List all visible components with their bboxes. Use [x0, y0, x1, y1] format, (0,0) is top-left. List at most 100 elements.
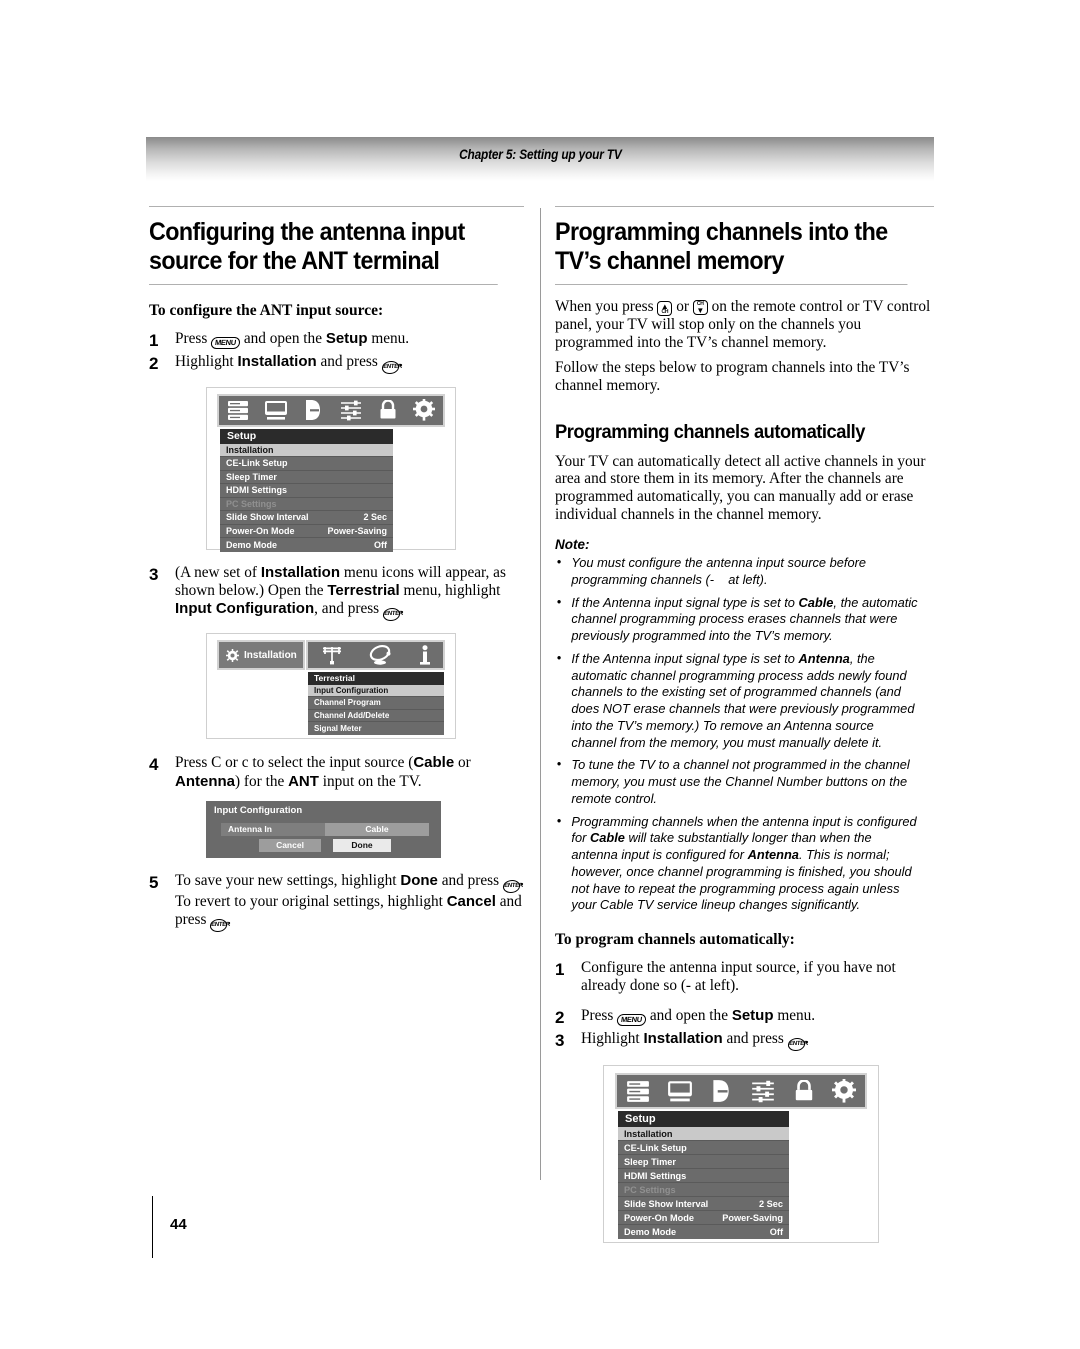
row-label: Input Configuration	[314, 685, 389, 695]
terrestrial-row-signal-meter[interactable]: Signal Meter	[308, 722, 444, 735]
lock-icon[interactable]	[793, 1079, 815, 1103]
step-number: 2	[149, 354, 159, 374]
figure-setup-menu: Setup Installation CE-Link Setup Sleep T…	[206, 386, 456, 552]
installation-tab-label: Installation	[244, 649, 297, 661]
setup-row-ce-link-setup[interactable]: CE-Link Setup	[220, 457, 393, 471]
terrestrial-menu-title: Terrestrial	[308, 672, 444, 685]
audio-icon[interactable]	[303, 399, 323, 421]
setup-row-sleep-timer[interactable]: Sleep Timer	[618, 1155, 789, 1170]
dialog-buttons: Cancel Done	[221, 838, 429, 852]
setup-row-sleep-timer[interactable]: Sleep Timer	[220, 470, 393, 484]
display-icon[interactable]	[264, 400, 288, 421]
installation-tab[interactable]: Installation	[217, 640, 305, 671]
setup-menu-title: Setup	[220, 428, 393, 444]
setup-row-demo-mode[interactable]: Demo Mode Off	[220, 538, 393, 552]
row-label: Slide Show Interval	[624, 1198, 709, 1209]
terrestrial-row-channel-add-delete[interactable]: Channel Add/Delete	[308, 709, 444, 723]
column-divider	[540, 208, 541, 1180]
row-label: Installation	[624, 1128, 673, 1139]
cancel-button[interactable]: Cancel	[259, 838, 321, 852]
row-label: Power-On Mode	[226, 525, 295, 536]
setup-menu-title: Setup	[618, 1111, 789, 1128]
setup-menu-panel-2: Setup Installation CE-Link Setup Sleep T…	[618, 1111, 789, 1240]
step-text: Press C or c to select the input source …	[175, 754, 471, 790]
setup-row-slide-show-interval[interactable]: Slide Show Interval 2 Sec	[618, 1197, 789, 1212]
antenna-in-field[interactable]: Antenna In Cable	[221, 822, 429, 836]
terrestrial-row-input-configuration[interactable]: Input Configuration	[308, 684, 444, 698]
list-icon[interactable]	[227, 400, 249, 421]
row-label: HDMI Settings	[624, 1170, 687, 1181]
step-5: 5 To save your new settings, highlight D…	[149, 872, 524, 933]
input-config-dialog: Input Configuration Antenna In Cable Can…	[206, 800, 441, 858]
row-label: Power-On Mode	[624, 1212, 694, 1223]
antenna-in-value: Cable	[325, 822, 429, 836]
row-label: PC Settings	[624, 1184, 676, 1195]
page-title-left: Configuring the antenna input source for…	[149, 207, 498, 285]
sliders-icon[interactable]	[339, 400, 363, 421]
row-label: Slide Show Interval	[226, 512, 309, 523]
antenna-icon[interactable]	[321, 645, 343, 665]
row-value: Off	[769, 1227, 783, 1238]
step-text: Configure the antenna input source, if y…	[581, 959, 896, 995]
step-1: 1 Press MENU and open the Setup menu.	[149, 330, 524, 351]
row-label: Installation	[226, 444, 274, 455]
enter-key-icon: ENTER	[382, 608, 403, 622]
right-procedure-title: To program channels automatically:	[555, 931, 795, 949]
setup-row-pc-settings: PC Settings	[618, 1183, 789, 1198]
setup-row-installation[interactable]: Installation	[618, 1127, 789, 1142]
setup-row-demo-mode[interactable]: Demo Mode Off	[618, 1225, 789, 1240]
figure-setup-menu-2: Setup Installation CE-Link Setup Sleep T…	[603, 1065, 879, 1244]
lock-icon[interactable]	[378, 399, 398, 421]
row-value: Power-Saving	[327, 525, 387, 536]
channel-up-key-icon: ▲ CH	[657, 301, 673, 316]
step-text: Highlight Installation and press ENTER.	[581, 1030, 934, 1052]
terrestrial-menu-panel: Terrestrial Input Configuration Channel …	[308, 672, 444, 735]
running-head-banner: Chapter 5: Setting up your TV	[146, 137, 934, 181]
row-label: Channel Program	[314, 698, 381, 708]
left-steps-list-3: 4 Press C or c to select the input sourc…	[149, 754, 524, 791]
channel-down-key-icon: CH ▼	[692, 300, 708, 315]
left-column: Configuring the antenna input source for…	[149, 206, 524, 934]
terrestrial-row-channel-program[interactable]: Channel Program	[308, 697, 444, 710]
setup-row-power-on-mode[interactable]: Power-On Mode Power-Saving	[220, 524, 393, 538]
setup-row-hdmi-settings[interactable]: HDMI Settings	[618, 1169, 789, 1184]
figure-input-configuration: Input Configuration Antenna In Cable Can…	[206, 800, 441, 858]
dialog-title: Input Configuration	[214, 804, 303, 816]
display-icon[interactable]	[667, 1080, 693, 1103]
done-button[interactable]: Done	[333, 838, 391, 852]
setup-row-hdmi-settings[interactable]: HDMI Settings	[220, 484, 393, 498]
gear-icon[interactable]	[413, 399, 436, 421]
setup-row-ce-link-setup[interactable]: CE-Link Setup	[618, 1141, 789, 1156]
audio-icon[interactable]	[710, 1079, 732, 1103]
gear-icon[interactable]	[832, 1079, 857, 1103]
setup-row-slide-show-interval[interactable]: Slide Show Interval 2 Sec	[220, 511, 393, 525]
note-label: Note:	[555, 537, 590, 553]
row-value: 2 Sec	[758, 1198, 783, 1209]
step-text: To save your new settings, highlight Don…	[175, 872, 524, 933]
step-r1: 1 Configure the antenna input source, if…	[555, 959, 934, 996]
row-label: CE-Link Setup	[226, 458, 288, 469]
row-value: Off	[374, 539, 387, 550]
satellite-icon[interactable]	[368, 645, 394, 665]
row-label: Sleep Timer	[624, 1156, 676, 1167]
subsection-title: Programming channels automatically	[555, 420, 865, 443]
right-column: Programming channels into the TV’s chann…	[555, 206, 934, 1244]
setup-row-power-on-mode[interactable]: Power-On Mode Power-Saving	[618, 1211, 789, 1226]
sliders-icon[interactable]	[750, 1080, 776, 1103]
step-2: 2 Highlight Installation and press ENTER…	[149, 353, 524, 375]
left-steps-list-2: 3 (A new set of Installation menu icons …	[149, 564, 524, 622]
figure-installation-menu: Installation Terrestrial Input Configura…	[206, 633, 456, 740]
list-icon[interactable]	[626, 1080, 650, 1103]
intro-paragraph-2: Follow the steps below to program channe…	[555, 358, 910, 394]
setup-row-installation[interactable]: Installation	[220, 443, 393, 457]
info-icon[interactable]	[419, 644, 431, 666]
step-number: 3	[149, 564, 159, 584]
enter-key-icon: ENTER	[380, 361, 402, 375]
right-steps-list: 1 Configure the antenna input source, if…	[555, 959, 934, 1052]
step-text: (A new set of Installation menu icons wi…	[175, 564, 524, 622]
installation-icon-bar	[306, 640, 445, 671]
gear-icon	[226, 648, 239, 662]
row-label: Channel Add/Delete	[314, 710, 390, 720]
menu-key-icon: MENU	[210, 337, 241, 349]
row-label: Sleep Timer	[226, 471, 277, 482]
